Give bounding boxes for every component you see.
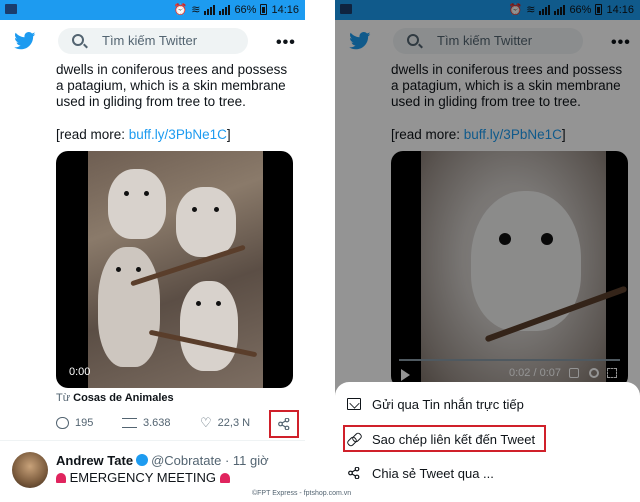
source-prefix: Từ xyxy=(56,392,74,404)
search-box[interactable]: Tìm kiếm Twitter xyxy=(58,28,248,54)
share-button[interactable] xyxy=(269,410,299,438)
read-more-link[interactable]: buff.ly/3PbNe1C xyxy=(129,127,227,142)
reply-count: 195 xyxy=(75,417,94,429)
retweet-icon xyxy=(122,418,137,428)
author-handle: @Cobratate · 11 giờ xyxy=(151,453,269,468)
twitter-logo-icon[interactable] xyxy=(14,32,36,50)
like-button[interactable]: ♡ 22,3 N xyxy=(200,415,251,430)
avatar[interactable] xyxy=(12,452,48,488)
tweet-text: dwells in coniferous trees and possess a… xyxy=(56,62,288,109)
status-bar: ⏰ ≋ 66% 14:16 xyxy=(0,0,305,20)
read-more: [read more: buff.ly/3PbNe1C] xyxy=(56,127,231,142)
battery-icon xyxy=(260,4,268,15)
watermark: ©FPT Express - fptshop.com.vn xyxy=(252,490,352,497)
author-name[interactable]: Andrew Tate xyxy=(56,453,133,468)
share-icon xyxy=(278,418,290,430)
retweet-count: 3.638 xyxy=(143,417,171,429)
copy-link-highlight xyxy=(343,425,546,452)
next-tweet-text-line: EMERGENCY MEETING xyxy=(56,470,230,485)
read-more-suffix: ] xyxy=(226,127,231,142)
signal-icon xyxy=(204,4,216,15)
status-icons: ⏰ ≋ 66% 14:16 xyxy=(173,3,299,17)
search-placeholder: Tìm kiếm Twitter xyxy=(102,33,198,48)
like-count: 22,3 N xyxy=(217,417,251,429)
read-more-prefix: [read more: xyxy=(56,127,129,142)
folder-icon xyxy=(5,4,17,14)
top-bar: Tìm kiếm Twitter ••• xyxy=(0,20,305,62)
heart-icon: ♡ xyxy=(200,415,212,430)
share-item-label: Gửi qua Tin nhắn trực tiếp xyxy=(372,396,524,412)
video-timestamp: 0:00 xyxy=(69,366,91,378)
verified-badge-icon xyxy=(136,454,149,466)
siren-icon-2 xyxy=(219,473,230,483)
siren-icon xyxy=(56,473,66,483)
share-item-dm[interactable]: Gửi qua Tin nhắn trực tiếp xyxy=(347,391,627,417)
panel-gap xyxy=(305,0,335,502)
clock: 14:16 xyxy=(271,3,299,16)
signal-icon-2 xyxy=(219,4,231,15)
more-options-icon[interactable]: ••• xyxy=(276,34,296,52)
tweet-actions: 195 3.638 ♡ 22,3 N xyxy=(56,410,301,438)
share-icon xyxy=(348,467,360,479)
share-item-share-via[interactable]: Chia sẻ Tweet qua ... xyxy=(347,460,627,486)
source-name[interactable]: Cosas de Animales xyxy=(73,392,173,404)
next-tweet-text: EMERGENCY MEETING xyxy=(69,470,217,485)
battery-percent: 66% xyxy=(234,3,257,16)
envelope-icon xyxy=(347,398,361,410)
video-source: Từ Cosas de Animales xyxy=(56,392,174,404)
reply-button[interactable]: 195 xyxy=(56,417,93,429)
author-line: Andrew Tate @Cobratate · 11 giờ xyxy=(56,453,269,468)
screen-left: ⏰ ≋ 66% 14:16 Tìm kiếm Twitter ••• dwell… xyxy=(0,0,305,502)
share-item-label: Chia sẻ Tweet qua ... xyxy=(372,465,494,481)
reply-icon xyxy=(56,417,69,429)
wifi-icon: ≋ xyxy=(191,4,201,16)
tweet-video[interactable]: 0:00 xyxy=(56,151,293,388)
alarm-icon: ⏰ xyxy=(173,4,188,16)
screen-right: ⏰ ≋ 66% 14:16 Tìm kiếm Twitter ••• dwell… xyxy=(335,0,640,502)
video-frame-squirrels xyxy=(88,151,263,388)
search-icon xyxy=(72,34,84,46)
retweet-button[interactable]: 3.638 xyxy=(122,417,171,429)
divider xyxy=(0,440,305,441)
